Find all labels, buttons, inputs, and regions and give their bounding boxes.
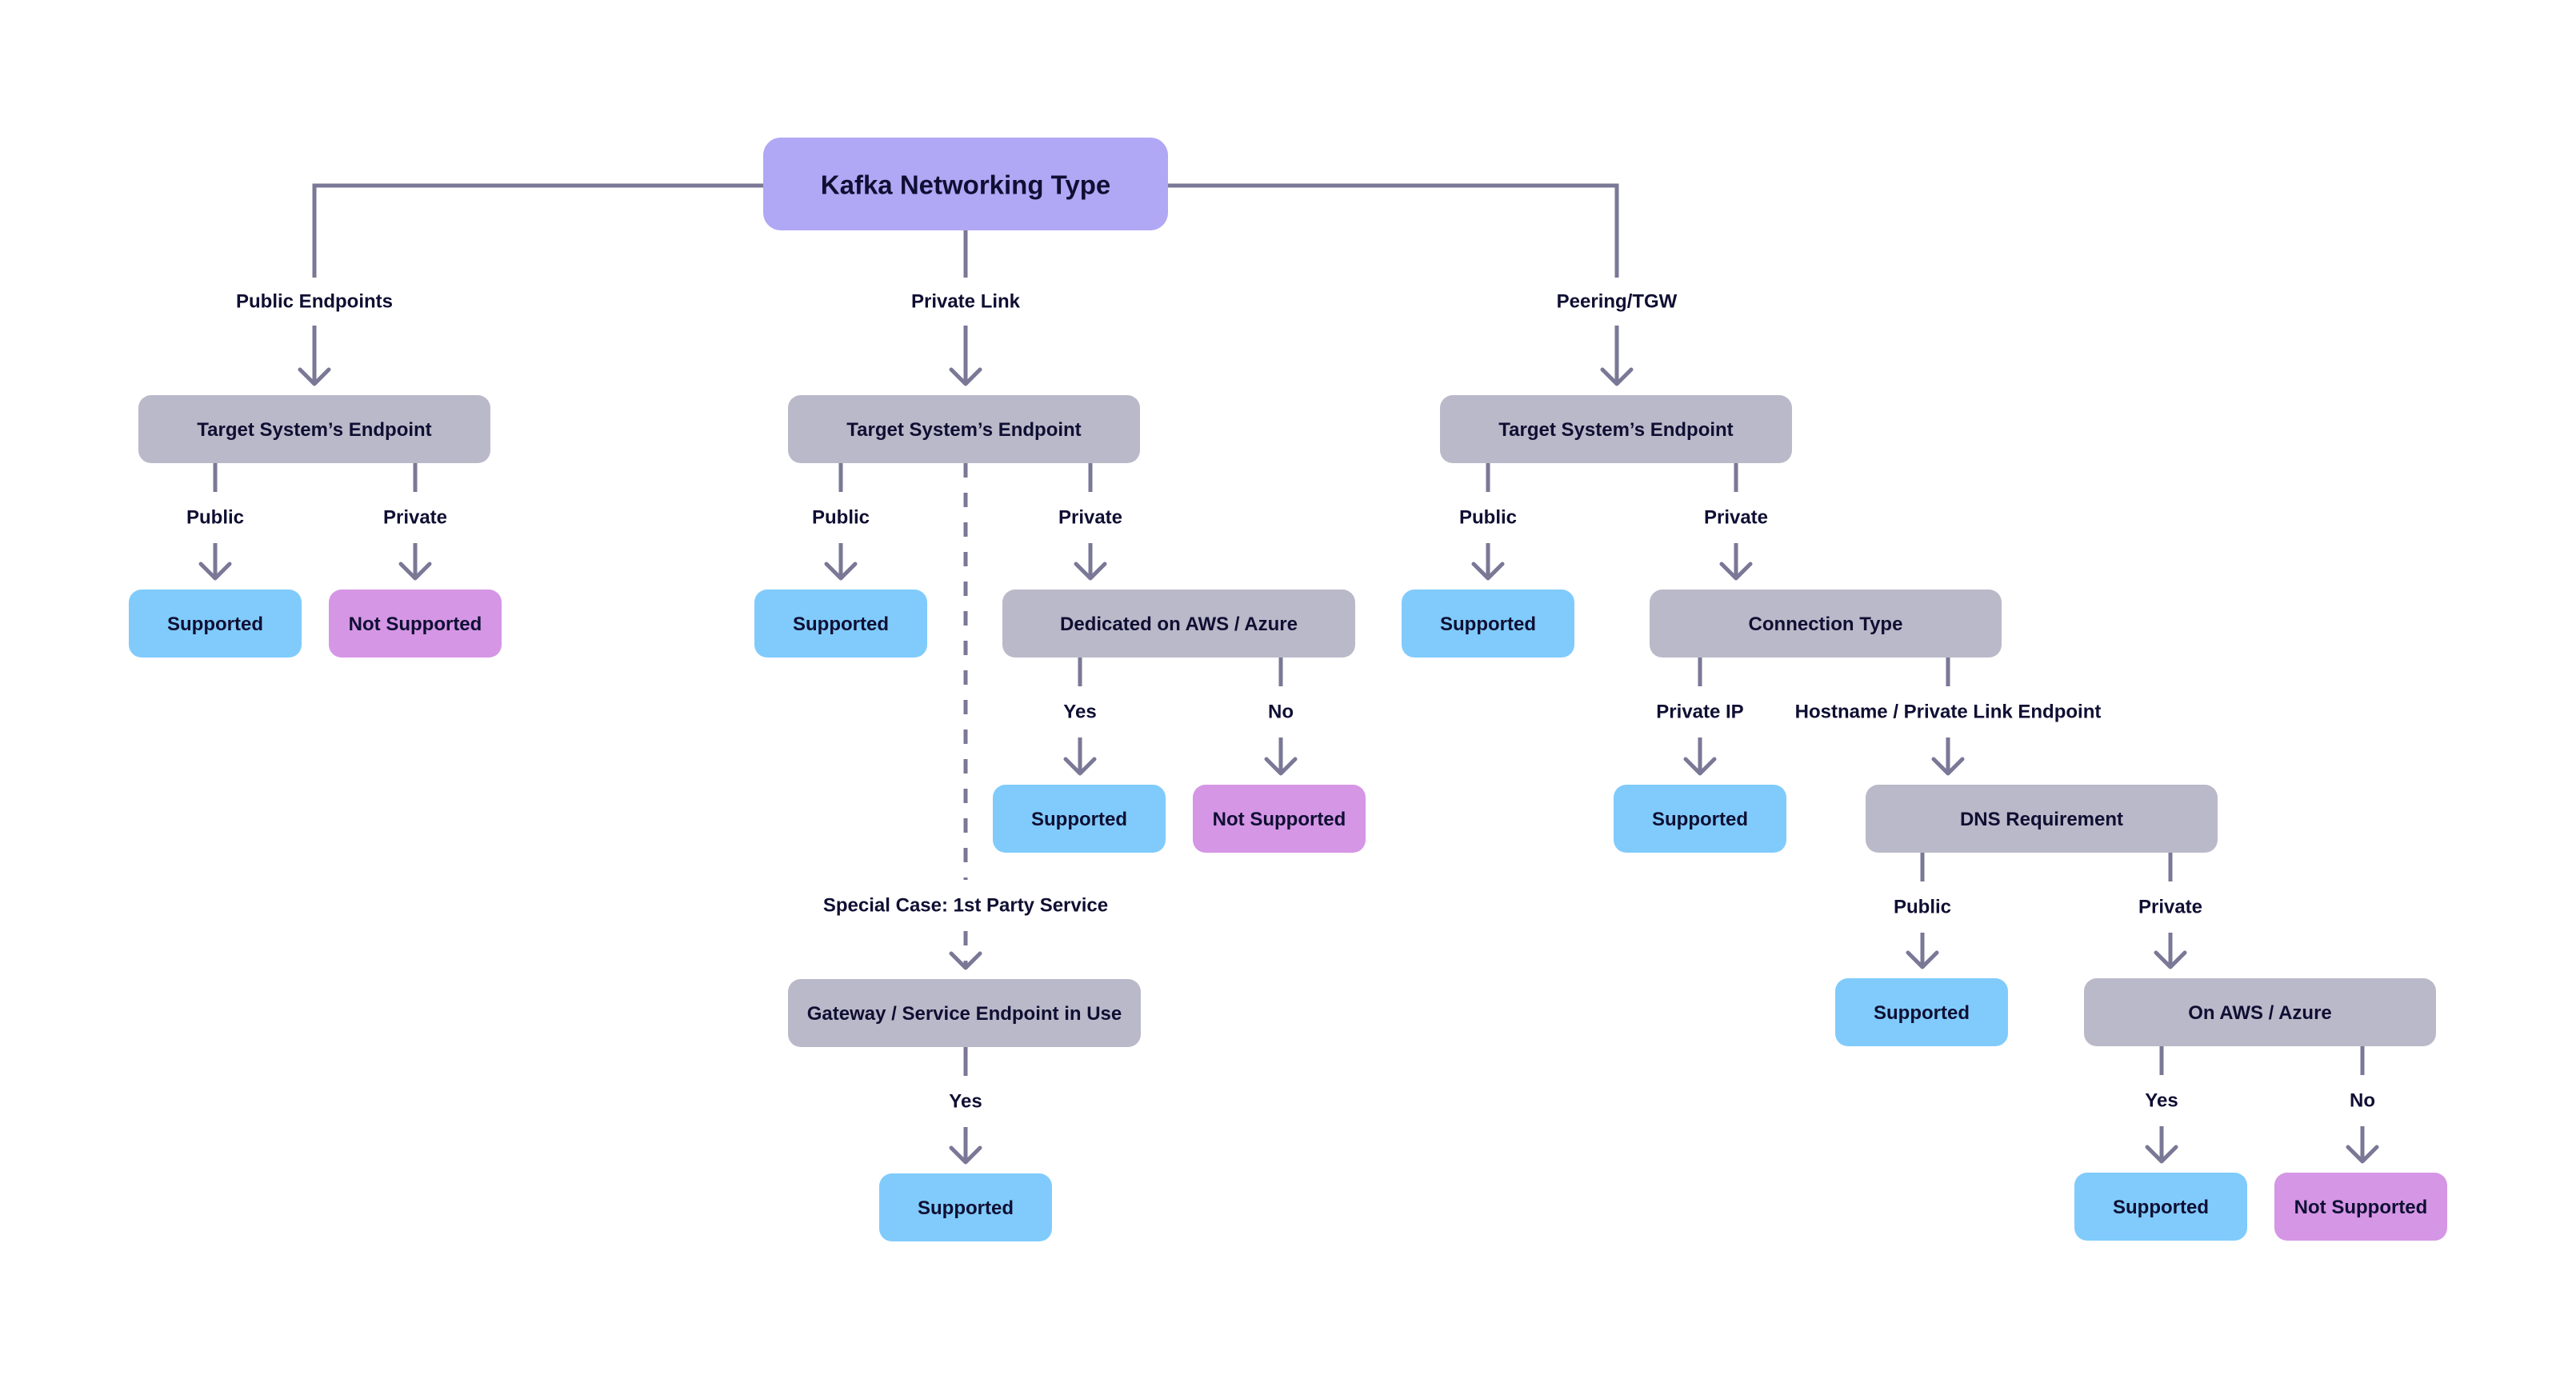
edge-label: Private <box>1058 507 1122 529</box>
decision-node-peer-target: Target System’s Endpoint <box>1440 395 1792 463</box>
node-label: Dedicated on AWS / Azure <box>1060 614 1298 635</box>
edge-label: Private <box>1704 507 1768 529</box>
decision-node-pub-target: Target System’s Endpoint <box>138 395 490 463</box>
node-label: Target System’s Endpoint <box>197 419 431 441</box>
supported-result-node-pl-dedicated-yes: Supported <box>993 785 1166 853</box>
not-supported-result-node-pub-private-result: Not Supported <box>329 590 502 658</box>
edge-label: Peering/TGW <box>1557 291 1678 313</box>
edge-label: Hostname / Private Link Endpoint <box>1795 701 2102 723</box>
node-label: Supported <box>793 614 889 635</box>
decision-node-pl-dedicated: Dedicated on AWS / Azure <box>1002 590 1355 658</box>
node-label: Gateway / Service Endpoint in Use <box>807 1003 1122 1025</box>
node-label: Not Supported <box>349 614 482 635</box>
edge-label: Special Case: 1st Party Service <box>823 895 1108 917</box>
node-label: On AWS / Azure <box>2188 1002 2332 1024</box>
decision-node-peer-conn-type: Connection Type <box>1650 590 2002 658</box>
supported-result-node-pl-gateway-yes: Supported <box>879 1173 1052 1241</box>
node-label: Kafka Networking Type <box>821 170 1110 200</box>
node-label: Supported <box>1652 809 1748 830</box>
root-node-root: Kafka Networking Type <box>763 138 1168 230</box>
node-label: Supported <box>1874 1002 1970 1024</box>
not-supported-result-node-pl-dedicated-no: Not Supported <box>1193 785 1366 853</box>
edge-label: Public <box>812 507 870 529</box>
edge-label: Public <box>1459 507 1517 529</box>
edge-label: Public Endpoints <box>236 291 393 313</box>
node-label: Supported <box>167 614 263 635</box>
edge-label: Private IP <box>1656 701 1743 723</box>
edge-label: Yes <box>2145 1090 2178 1112</box>
node-label: Not Supported <box>1213 809 1346 830</box>
supported-result-node-peer-privateip-result: Supported <box>1614 785 1786 853</box>
node-label: Target System’s Endpoint <box>846 419 1081 441</box>
edge-label: Private Link <box>911 291 1021 313</box>
edge-label: Private <box>383 507 447 529</box>
node-label: Not Supported <box>2294 1197 2428 1218</box>
edge-label: Yes <box>949 1091 982 1113</box>
node-label: DNS Requirement <box>1960 809 2123 830</box>
supported-result-node-pub-public-result: Supported <box>129 590 302 658</box>
supported-result-node-pl-public-result: Supported <box>754 590 927 658</box>
edge-label: No <box>2350 1090 2375 1112</box>
decision-node-peer-dns: DNS Requirement <box>1866 785 2218 853</box>
edge-label: Yes <box>1063 701 1096 723</box>
supported-result-node-peer-dns-public-result: Supported <box>1835 978 2008 1046</box>
node-label: Supported <box>1031 809 1127 830</box>
kafka-networking-flowchart: Public Endpoints Private Link Peering/TGW P… <box>0 0 2576 1399</box>
node-label: Supported <box>1440 614 1536 635</box>
edge-label: Public <box>1894 897 1951 918</box>
node-label: Target System’s Endpoint <box>1498 419 1733 441</box>
not-supported-result-node-peer-onaws-no: Not Supported <box>2274 1173 2447 1241</box>
edge-label: Private <box>2138 897 2202 918</box>
node-label: Supported <box>2113 1197 2209 1218</box>
edge-label: No <box>1268 701 1294 723</box>
decision-node-pl-target: Target System’s Endpoint <box>788 395 1140 463</box>
node-label: Connection Type <box>1749 614 1903 635</box>
supported-result-node-peer-public-result: Supported <box>1402 590 1574 658</box>
supported-result-node-peer-onaws-yes: Supported <box>2074 1173 2247 1241</box>
decision-node-peer-onaws: On AWS / Azure <box>2084 978 2436 1046</box>
node-label: Supported <box>918 1197 1014 1219</box>
decision-node-pl-gateway: Gateway / Service Endpoint in Use <box>788 979 1141 1047</box>
edge-label: Public <box>186 507 244 529</box>
